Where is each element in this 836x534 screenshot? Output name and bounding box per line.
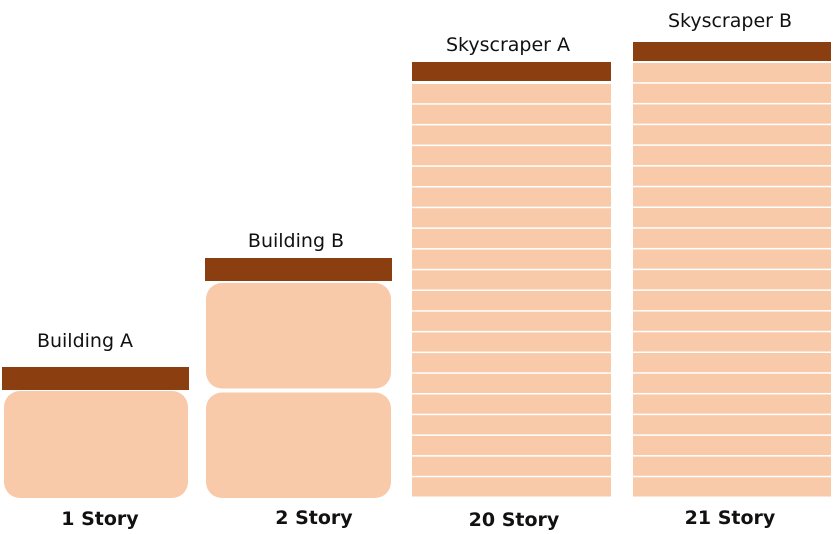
building-b: Building B 2 Story [205, 230, 392, 529]
floor [633, 166, 831, 186]
floor [633, 187, 831, 207]
floor [633, 249, 831, 269]
floor [633, 477, 831, 497]
floor [633, 353, 831, 373]
floor [412, 394, 611, 414]
floor [633, 228, 831, 248]
skyscraper-a-story-label: 20 Story [469, 509, 560, 531]
skyscraper-a-name: Skyscraper A [446, 34, 570, 56]
buildings-diagram: Building A 1 Story Building B 2 Story Sk… [2, 10, 831, 531]
floor [412, 104, 611, 124]
floor [412, 270, 611, 290]
floor [206, 392, 391, 498]
building-a: Building A 1 Story [2, 330, 189, 530]
floor [412, 228, 611, 249]
floor [412, 456, 611, 476]
skyscraper-b-roof [633, 42, 831, 61]
floor [633, 83, 831, 103]
building-b-story-label: 2 Story [275, 507, 353, 529]
floor [412, 249, 611, 269]
floor [412, 84, 611, 104]
floor [412, 311, 611, 331]
floor [633, 311, 831, 331]
floor [412, 332, 611, 352]
building-b-floors [206, 283, 391, 498]
floor [633, 145, 831, 166]
floor [633, 435, 831, 456]
floor [412, 435, 611, 456]
floor [206, 283, 391, 389]
floor [633, 456, 831, 476]
floor [4, 391, 188, 498]
floor [633, 63, 831, 83]
floor [412, 415, 611, 435]
skyscraper-a-roof [412, 62, 611, 81]
floor [412, 291, 611, 311]
skyscraper-b: Skyscraper B 21 Story [633, 10, 831, 529]
floor [633, 290, 831, 311]
floor [412, 353, 611, 373]
floor [412, 125, 611, 145]
floor [633, 208, 831, 228]
floor [633, 332, 831, 352]
skyscraper-b-story-label: 21 Story [685, 507, 776, 529]
floor [633, 125, 831, 145]
building-b-roof [205, 258, 392, 281]
skyscraper-a: Skyscraper A 20 Story [412, 34, 611, 531]
floor [633, 373, 831, 393]
skyscraper-b-floors [633, 63, 831, 497]
skyscraper-b-name: Skyscraper B [668, 10, 792, 32]
floor [633, 415, 831, 435]
building-a-story-label: 1 Story [61, 508, 139, 530]
floor [412, 208, 611, 228]
floor [412, 166, 611, 186]
floor [412, 146, 611, 166]
floor [412, 373, 611, 393]
building-b-name: Building B [248, 230, 344, 252]
building-a-roof [2, 367, 189, 390]
floor [412, 187, 611, 207]
floor [633, 270, 831, 290]
building-a-name: Building A [37, 330, 133, 352]
skyscraper-a-floors [412, 84, 611, 497]
floor [633, 104, 831, 124]
building-a-floors [4, 391, 188, 498]
floor [633, 394, 831, 414]
floor [412, 477, 611, 497]
